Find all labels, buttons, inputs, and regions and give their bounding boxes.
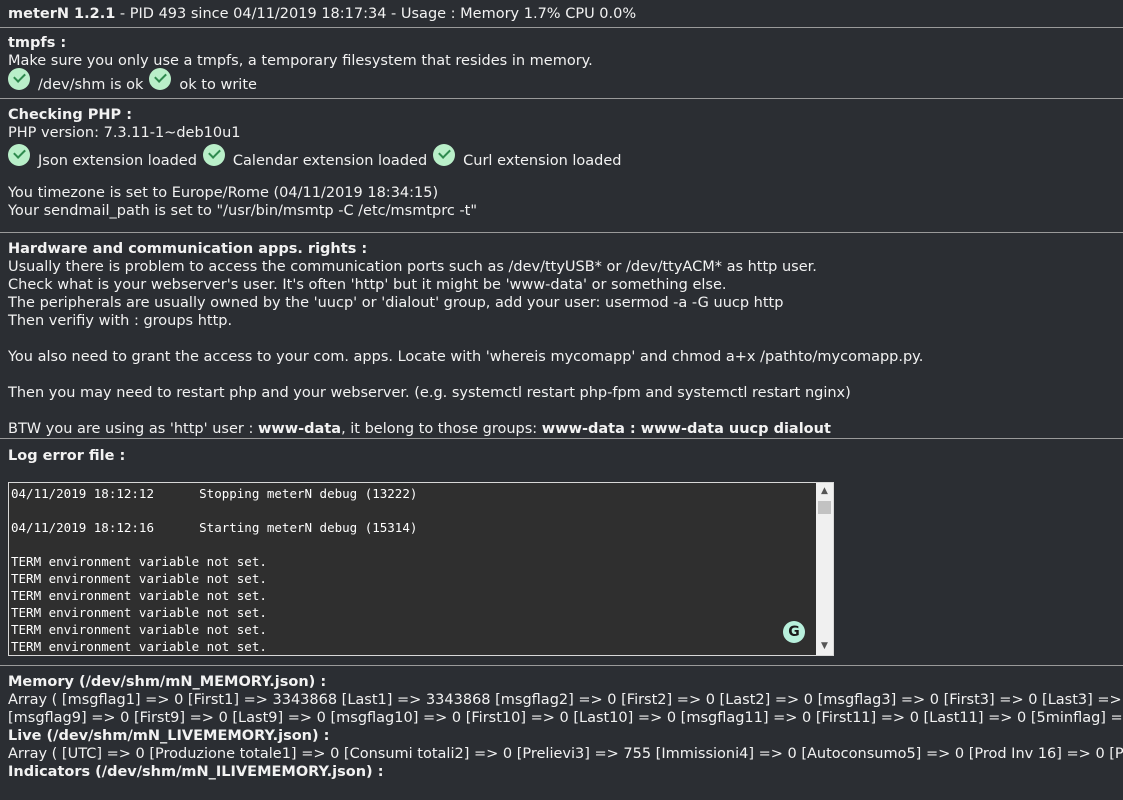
tmpfs-description: Make sure you only use a tmpfs, a tempor…: [8, 53, 593, 69]
check-icon: [149, 68, 172, 90]
webserver-user: www-data: [257, 421, 342, 437]
check-icon: [8, 144, 30, 166]
sendmail-info: Your sendmail_path is set to "/usr/bin/m…: [8, 203, 478, 219]
status-header: meterN 1.2.1 - PID 493 since 04/11/2019 …: [0, 0, 1123, 28]
live-array-line: Array ( [UTC] => 0 [Produzione totale1] …: [8, 746, 1123, 762]
log-scrollbar[interactable]: ▲ ▼: [816, 483, 833, 655]
php-version: PHP version: 7.3.11-1~deb10u1: [8, 125, 241, 141]
php-checks: Json extension loaded Calendar extension…: [8, 144, 1115, 170]
tmpfs-section: tmpfs : Make sure you only use a tmpfs, …: [0, 28, 1123, 99]
hardware-line: Usually there is problem to access the c…: [8, 259, 817, 275]
hardware-title: Hardware and communication apps. rights …: [8, 241, 368, 257]
memory-title: Memory (/dev/shm/mN_MEMORY.json) :: [8, 674, 327, 690]
tmpfs-checks: /dev/shm is ok ok to write: [8, 68, 1115, 94]
memory-section: Memory (/dev/shm/mN_MEMORY.json) : Array…: [0, 666, 1123, 784]
memory-array-line: [msgflag9] => 0 [First9] => 0 [Last9] =>…: [8, 710, 1123, 726]
scroll-thumb[interactable]: [818, 501, 831, 514]
hardware-line: Check what is your webserver's user. It'…: [8, 277, 727, 293]
curl-extension-status: Curl extension loaded: [463, 153, 622, 169]
tmpfs-title: tmpfs :: [8, 35, 67, 51]
user-groups: www-data : www-data uucp dialout: [541, 421, 831, 437]
grant-access-info: You also need to grant the access to you…: [8, 349, 924, 365]
check-icon: [8, 68, 30, 90]
php-section: Checking PHP : PHP version: 7.3.11-1~deb…: [0, 99, 1123, 233]
php-title: Checking PHP :: [8, 107, 132, 123]
hardware-line: Then verifiy with : groups http.: [8, 313, 233, 329]
scroll-down-arrow-icon[interactable]: ▼: [816, 638, 833, 655]
log-textarea[interactable]: 04/11/2019 18:12:12 Stopping meterN debu…: [8, 482, 834, 656]
check-icon: [433, 144, 456, 166]
scroll-up-arrow-icon[interactable]: ▲: [816, 483, 833, 500]
check-icon: [202, 144, 225, 166]
log-content: 04/11/2019 18:12:12 Stopping meterN debu…: [11, 486, 418, 654]
memory-array-line: Array ( [msgflag1] => 0 [First1] => 3343…: [8, 692, 1123, 708]
app-version: meterN 1.2.1: [8, 6, 116, 22]
calendar-extension-status: Calendar extension loaded: [232, 153, 428, 169]
indicators-title: Indicators (/dev/shm/mN_ILIVEMEMORY.json…: [8, 764, 384, 780]
shm-status: /dev/shm is ok: [38, 77, 144, 93]
hardware-line: The peripherals are usually owned by the…: [8, 295, 784, 311]
grammarly-icon[interactable]: G: [783, 621, 805, 643]
restart-info: Then you may need to restart php and you…: [8, 385, 851, 401]
user-groups-info: BTW you are using as 'http' user : www-d…: [8, 421, 831, 437]
process-info: - PID 493 since 04/11/2019 18:17:34 - Us…: [115, 6, 637, 22]
live-title: Live (/dev/shm/mN_LIVEMEMORY.json) :: [8, 728, 330, 744]
timezone-info: You timezone is set to Europe/Rome (04/1…: [8, 185, 439, 201]
json-extension-status: Json extension loaded: [38, 153, 197, 169]
write-status: ok to write: [179, 77, 257, 93]
log-title: Log error file :: [8, 448, 126, 464]
log-section: Log error file : 04/11/2019 18:12:12 Sto…: [0, 439, 1123, 666]
hardware-section: Hardware and communication apps. rights …: [0, 233, 1123, 439]
